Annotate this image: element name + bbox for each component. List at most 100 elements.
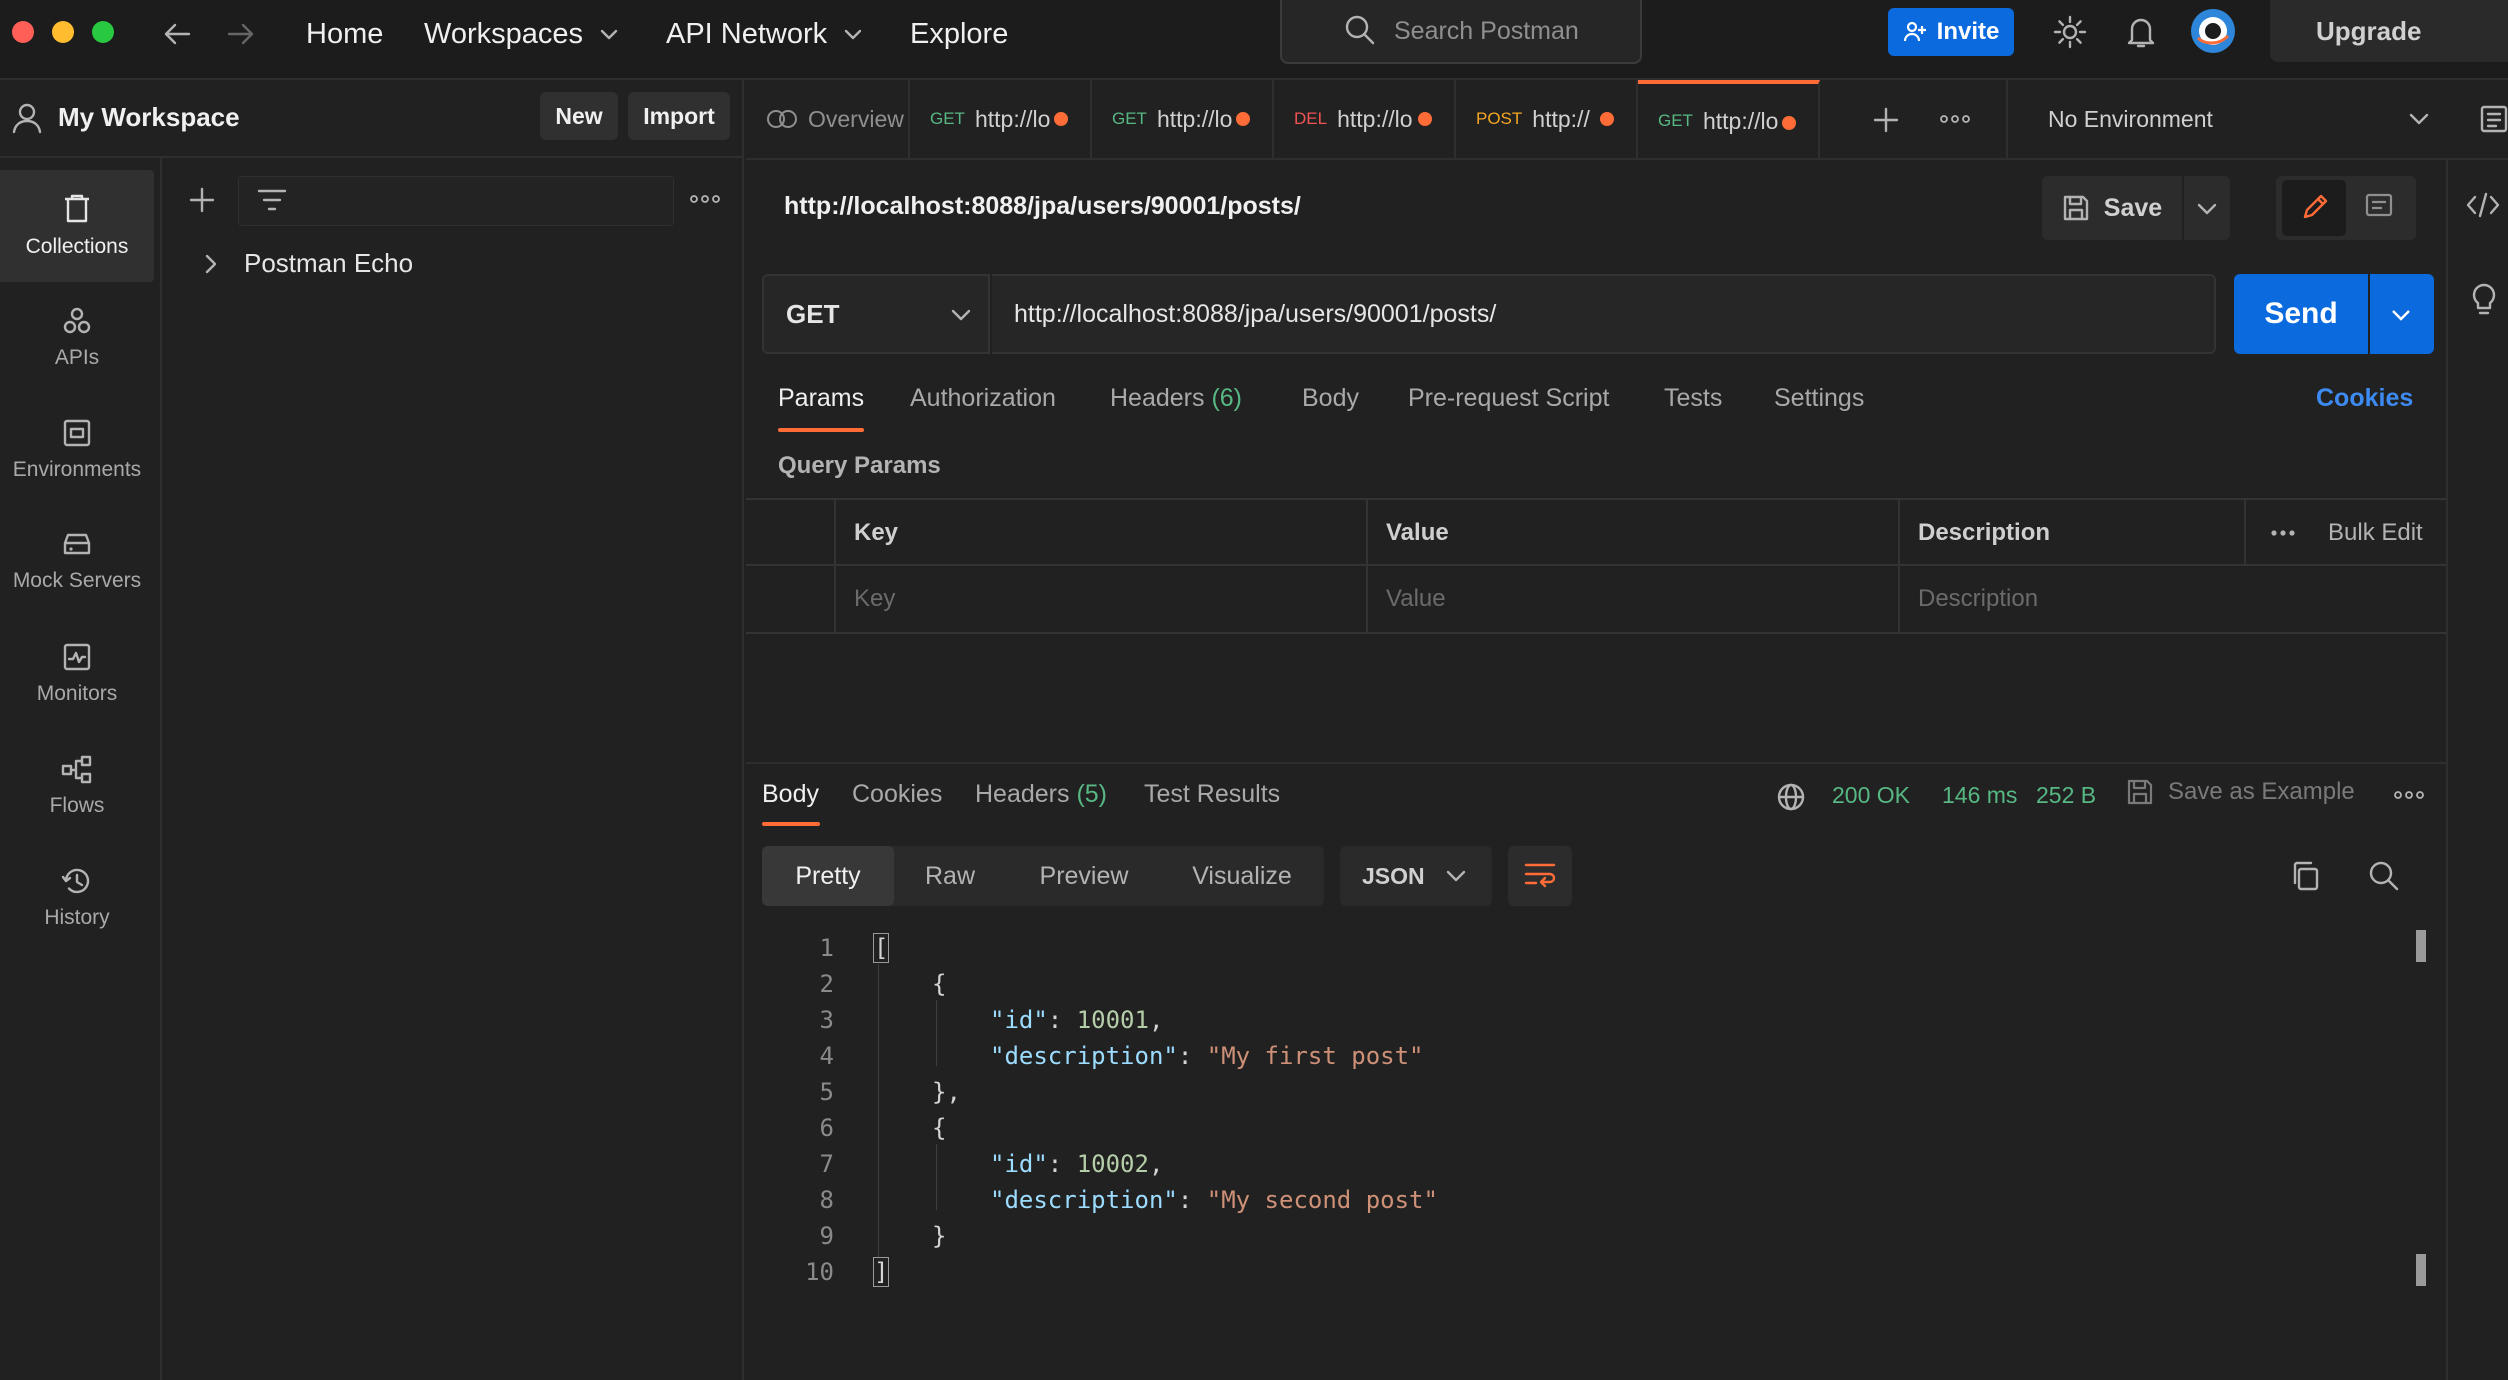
nav-home[interactable]: Home [306, 14, 383, 54]
method-select[interactable]: GET [762, 274, 990, 354]
response-more-icon[interactable] [2394, 790, 2424, 800]
collection-item[interactable]: Postman Echo [204, 248, 413, 279]
format-select[interactable]: JSON [1340, 846, 1492, 906]
active-tab-indicator [778, 428, 864, 432]
request-tab[interactable]: POST http:// [1456, 80, 1638, 158]
sidebar-item-monitors[interactable]: Monitors [0, 618, 154, 730]
scrollbar-marker-bottom[interactable] [2416, 1254, 2426, 1286]
cookies-link[interactable]: Cookies [2316, 384, 2413, 413]
tab-headers-label: Headers [1110, 384, 1205, 412]
invite-button[interactable]: Invite [1888, 8, 2014, 56]
tab-overview[interactable]: Overview [746, 80, 910, 158]
param-description-input[interactable]: Description [1898, 566, 2446, 632]
tab-body[interactable]: Body [1302, 384, 1359, 413]
comment-icon[interactable] [2364, 192, 2394, 222]
url-input[interactable]: http://localhost:8088/jpa/users/90001/po… [992, 274, 2216, 354]
tab-overview-label: Overview [808, 105, 904, 132]
param-value-input[interactable]: Value [1366, 566, 1898, 632]
environment-quick-look-icon[interactable] [2480, 104, 2508, 134]
pane-divider[interactable] [746, 762, 2446, 764]
save-button[interactable]: Save [2042, 176, 2182, 240]
code-icon[interactable] [2466, 192, 2500, 218]
nav-workspaces[interactable]: Workspaces [424, 14, 619, 54]
tab-more-icon[interactable] [1940, 114, 1970, 124]
view-visualize-label: Visualize [1192, 861, 1292, 890]
new-button[interactable]: New [540, 92, 618, 140]
import-button[interactable]: Import [628, 92, 730, 140]
response-tab-cookies[interactable]: Cookies [852, 780, 942, 809]
more-options-icon[interactable] [690, 194, 720, 204]
sidebar-item-apis[interactable]: APIs [0, 282, 154, 394]
copy-icon[interactable] [2290, 860, 2320, 892]
edit-mode-button[interactable] [2282, 180, 2346, 236]
response-body-viewer[interactable]: 1 2 3 4 5 6 7 8 9 10 [ { "id": 10001, "d… [762, 928, 2402, 1288]
response-tab-test-results[interactable]: Test Results [1144, 780, 1280, 809]
tab-authorization[interactable]: Authorization [910, 384, 1056, 413]
tab-prerequest-script[interactable]: Pre-request Script [1408, 384, 1609, 413]
tab-tests-label: Tests [1664, 384, 1723, 412]
view-pretty-button[interactable]: Pretty [762, 846, 894, 906]
globe-icon[interactable] [1776, 782, 1806, 812]
search-icon[interactable] [2368, 860, 2400, 892]
method-value: GET [786, 298, 840, 329]
response-tab-headers[interactable]: Headers (5) [975, 780, 1107, 809]
view-visualize-button[interactable]: Visualize [1176, 846, 1308, 906]
minimize-window-button[interactable] [52, 21, 74, 43]
request-tab[interactable]: GET http://localhost [910, 80, 1092, 158]
top-bar: Home Workspaces API Network Explore Sear… [0, 0, 2508, 80]
request-tab-active[interactable]: GET http://localhost [1638, 80, 1820, 158]
upgrade-button[interactable]: Upgrade [2270, 0, 2508, 62]
sidebar-item-label: Collections [25, 235, 129, 258]
view-raw-button[interactable]: Raw [902, 846, 998, 906]
unsaved-dot [1418, 112, 1432, 126]
tab-url: http://localhost [974, 105, 1051, 132]
maximize-window-button[interactable] [92, 21, 114, 43]
response-time[interactable]: 146 ms [1942, 782, 2017, 809]
sidebar-item-mock-servers[interactable]: Mock Servers [0, 506, 154, 618]
sidebar-item-collections[interactable]: Collections [0, 170, 154, 282]
plus-icon[interactable] [188, 186, 216, 214]
gear-icon[interactable] [2052, 14, 2088, 50]
tab-headers[interactable]: Headers (6) [1110, 384, 1242, 413]
bell-icon[interactable] [2124, 14, 2158, 50]
send-dropdown-button[interactable] [2370, 274, 2434, 354]
status-code[interactable]: 200 OK [1832, 782, 1910, 809]
back-arrow-icon[interactable] [162, 20, 192, 48]
collections-filter-input[interactable] [238, 176, 674, 226]
view-preview-button[interactable]: Preview [1020, 846, 1148, 906]
search-bar[interactable]: Search Postman [1280, 0, 1642, 64]
filter-icon [257, 187, 287, 213]
sidebar-item-flows[interactable]: Flows [0, 730, 154, 842]
tab-tests[interactable]: Tests [1664, 384, 1722, 413]
nav-api-network[interactable]: API Network [666, 14, 863, 54]
environment-selector[interactable]: No Environment [2006, 80, 2446, 158]
tab-params[interactable]: Params [778, 384, 864, 413]
wrap-lines-button[interactable] [1508, 846, 1572, 906]
bulk-edit-button[interactable]: Bulk Edit [2308, 500, 2446, 566]
response-size[interactable]: 252 B [2036, 782, 2096, 809]
save-dropdown-button[interactable] [2184, 176, 2230, 240]
sidebar-item-history[interactable]: History [0, 842, 154, 954]
floppy-disk-icon [2126, 778, 2154, 806]
param-key-input[interactable]: Key [834, 566, 1366, 632]
save-as-example-label: Save as Example [2168, 778, 2355, 805]
tab-settings[interactable]: Settings [1774, 384, 1864, 413]
new-tab-plus-icon[interactable] [1872, 106, 1900, 134]
forward-arrow-icon[interactable] [226, 20, 256, 48]
unsaved-dot [1236, 112, 1250, 126]
avatar[interactable] [2190, 8, 2236, 54]
json-string: "My first post" [1206, 1042, 1424, 1070]
scrollbar-marker-top[interactable] [2416, 930, 2426, 962]
save-as-example-button[interactable]: Save as Example [2126, 778, 2355, 806]
request-tab[interactable]: GET http://localhost [1092, 80, 1274, 158]
close-window-button[interactable] [12, 21, 34, 43]
sidebar-item-environments[interactable]: Environments [0, 394, 154, 506]
response-tab-body[interactable]: Body [762, 780, 819, 809]
request-tab[interactable]: DEL http://localhost [1274, 80, 1456, 158]
lightbulb-icon[interactable] [2470, 282, 2498, 316]
nav-explore[interactable]: Explore [910, 14, 1008, 54]
server-icon [61, 531, 93, 559]
table-more-icon[interactable] [2270, 528, 2296, 538]
send-button[interactable]: Send [2234, 274, 2368, 354]
view-raw-label: Raw [924, 861, 975, 890]
